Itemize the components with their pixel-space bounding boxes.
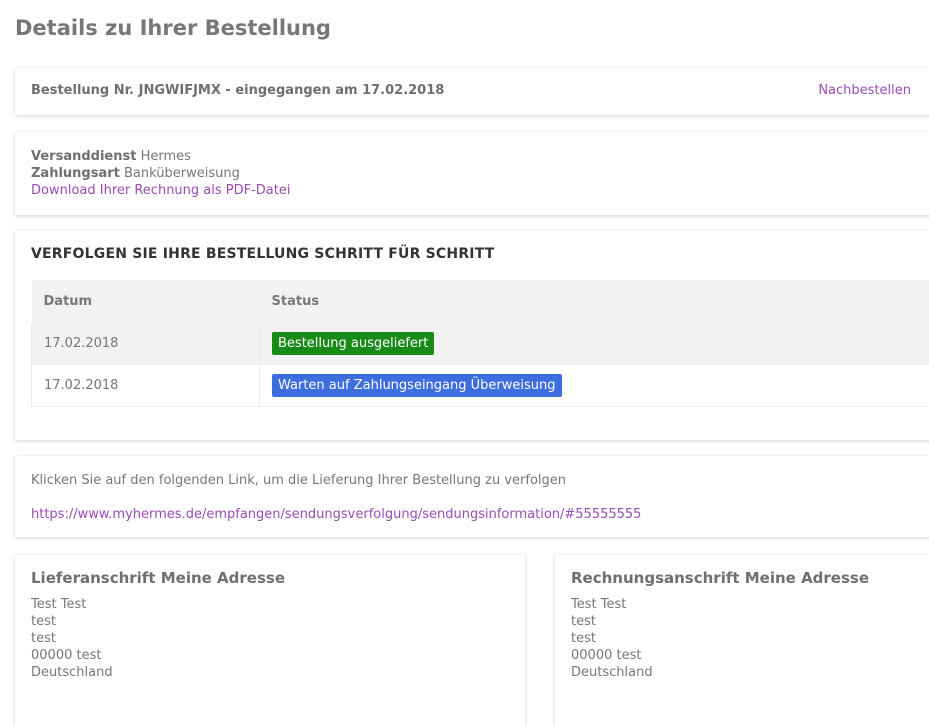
address-line: Deutschland bbox=[571, 664, 653, 681]
delivery-address-lines: Test Test test test 00000 test Deutschla… bbox=[31, 596, 113, 681]
tracking-card: VERFOLGEN SIE IHRE BESTELLUNG SCHRITT FÜ… bbox=[15, 231, 929, 440]
shipping-service-label: Versanddienst bbox=[31, 149, 136, 164]
tracking-instructions: Klicken Sie auf den folgenden Link, um d… bbox=[31, 473, 566, 488]
tracking-link-card: Klicken Sie auf den folgenden Link, um d… bbox=[15, 456, 929, 537]
invoice-download-link[interactable]: Download Ihrer Rechnung als PDF-Datei bbox=[31, 183, 290, 198]
billing-address-lines: Test Test test test 00000 test Deutschla… bbox=[571, 596, 653, 681]
column-header-date: Datum bbox=[32, 280, 260, 323]
shipping-service-value: Hermes bbox=[141, 149, 191, 164]
column-header-status: Status bbox=[260, 280, 929, 323]
status-badge: Warten auf Zahlungseingang Überweisung bbox=[272, 374, 562, 397]
shipping-info-card: Versanddienst Hermes Zahlungsart Bankübe… bbox=[15, 132, 929, 215]
address-line: test bbox=[571, 613, 653, 630]
address-line: Deutschland bbox=[31, 664, 113, 681]
payment-method-row: Zahlungsart Banküberweisung bbox=[31, 165, 290, 182]
tracking-table: Datum Status 17.02.2018 Bestellung ausge… bbox=[31, 280, 929, 407]
address-line: 00000 test bbox=[31, 647, 113, 664]
shipping-service-row: Versanddienst Hermes bbox=[31, 148, 290, 165]
payment-method-value: Banküberweisung bbox=[124, 166, 240, 181]
address-line: Test Test bbox=[31, 596, 113, 613]
row-date: 17.02.2018 bbox=[32, 323, 260, 365]
table-row: 17.02.2018 Warten auf Zahlungseingang Üb… bbox=[32, 365, 929, 407]
address-line: 00000 test bbox=[571, 647, 653, 664]
billing-address-title: Rechnungsanschrift Meine Adresse bbox=[571, 569, 869, 587]
status-badge: Bestellung ausgeliefert bbox=[272, 332, 434, 355]
order-summary-card: Bestellung Nr. JNGWIFJMX - eingegangen a… bbox=[15, 68, 929, 115]
delivery-address-card: Lieferanschrift Meine Adresse Test Test … bbox=[15, 555, 525, 725]
billing-address-card: Rechnungsanschrift Meine Adresse Test Te… bbox=[555, 555, 929, 725]
order-summary: Bestellung Nr. JNGWIFJMX - eingegangen a… bbox=[31, 83, 444, 98]
address-line: test bbox=[31, 630, 113, 647]
payment-method-label: Zahlungsart bbox=[31, 166, 120, 181]
tracking-url-link[interactable]: https://www.myhermes.de/empfangen/sendun… bbox=[31, 507, 641, 522]
address-line: test bbox=[31, 613, 113, 630]
reorder-link[interactable]: Nachbestellen bbox=[818, 83, 911, 98]
address-line: Test Test bbox=[571, 596, 653, 613]
delivery-address-title: Lieferanschrift Meine Adresse bbox=[31, 569, 285, 587]
table-row: 17.02.2018 Bestellung ausgeliefert bbox=[32, 323, 929, 365]
address-line: test bbox=[571, 630, 653, 647]
row-date: 17.02.2018 bbox=[32, 365, 260, 407]
tracking-title: VERFOLGEN SIE IHRE BESTELLUNG SCHRITT FÜ… bbox=[31, 246, 495, 262]
page-title: Details zu Ihrer Bestellung bbox=[15, 16, 331, 40]
